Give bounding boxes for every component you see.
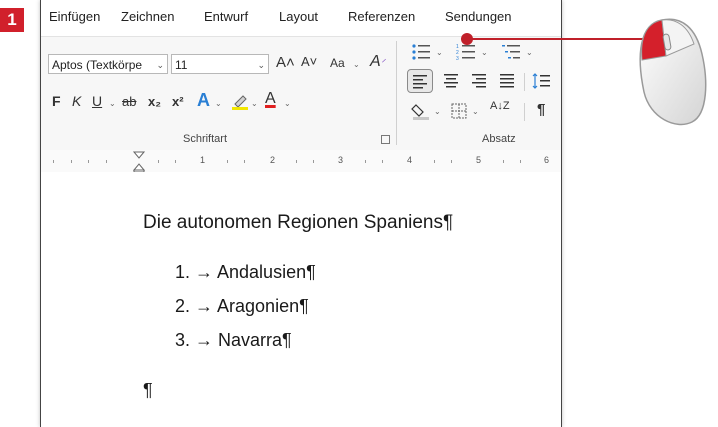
ruler-tick bbox=[71, 160, 72, 163]
shrink-font-icon[interactable]: A˅ bbox=[301, 54, 317, 69]
bold-icon[interactable]: F bbox=[52, 93, 61, 109]
ruler-tick bbox=[175, 160, 176, 163]
list-item: 2. → Aragonien¶ bbox=[175, 296, 309, 316]
dialog-launcher-icon[interactable] bbox=[381, 135, 390, 144]
show-formatting-icon[interactable]: ¶ bbox=[537, 101, 545, 118]
indent-marker-icon[interactable] bbox=[132, 150, 146, 173]
ruler-number: 4 bbox=[407, 155, 413, 165]
step-badge: 1 bbox=[0, 8, 24, 32]
tab-einfuegen[interactable]: Einfügen bbox=[49, 9, 100, 24]
empty-paragraph: ¶ bbox=[143, 380, 153, 400]
numbered-list-icon[interactable]: 123 bbox=[456, 43, 476, 62]
tab-entwurf[interactable]: Entwurf bbox=[204, 9, 248, 24]
multilevel-list-icon[interactable] bbox=[501, 43, 521, 61]
tab-sendungen[interactable]: Sendungen bbox=[445, 9, 512, 24]
ruler-tick bbox=[503, 160, 504, 163]
ruler-number: 1 bbox=[200, 155, 206, 165]
group-divider bbox=[396, 41, 397, 145]
ruler-tick bbox=[296, 160, 297, 163]
ruler-number: 2 bbox=[270, 155, 276, 165]
text-effects-icon[interactable]: A bbox=[197, 90, 210, 111]
ruler-number: 6 bbox=[544, 155, 550, 165]
chevron-down-icon[interactable]: ⌄ bbox=[284, 99, 291, 108]
chevron-down-icon[interactable]: ⌄ bbox=[434, 107, 441, 116]
subscript-icon[interactable]: x₂ bbox=[148, 94, 161, 109]
align-right-icon[interactable] bbox=[469, 71, 489, 91]
divider bbox=[524, 103, 525, 121]
tab-layout[interactable]: Layout bbox=[279, 9, 318, 24]
ruler[interactable]: 1 2 3 4 5 6 bbox=[41, 150, 561, 173]
ruler-tick bbox=[227, 160, 228, 163]
ruler-tick bbox=[520, 160, 521, 163]
strikethrough-icon[interactable]: ab bbox=[122, 94, 136, 109]
callout-line bbox=[467, 38, 655, 40]
ruler-tick bbox=[106, 160, 107, 163]
font-size-value: 11 bbox=[175, 58, 188, 72]
highlight-icon[interactable] bbox=[231, 92, 249, 110]
ruler-number: 5 bbox=[476, 155, 482, 165]
chevron-down-icon[interactable]: ⌄ bbox=[257, 55, 265, 73]
ruler-tick bbox=[313, 160, 314, 163]
ruler-number: 3 bbox=[338, 155, 344, 165]
chevron-down-icon[interactable]: ⌄ bbox=[156, 55, 164, 73]
italic-icon[interactable]: K bbox=[72, 93, 81, 109]
tab-zeichnen[interactable]: Zeichnen bbox=[121, 9, 174, 24]
sort-icon[interactable]: A↓Z bbox=[490, 101, 510, 112]
align-center-icon[interactable] bbox=[441, 71, 461, 91]
chevron-down-icon[interactable]: ⌄ bbox=[481, 48, 488, 57]
ruler-tick bbox=[53, 160, 54, 163]
shading-icon[interactable] bbox=[411, 101, 431, 121]
font-group-label: Schriftart bbox=[183, 133, 228, 145]
document-page[interactable]: Die autonomen Regionen Spaniens¶ 1. → An… bbox=[41, 172, 561, 427]
callout-dot bbox=[461, 33, 473, 45]
chevron-down-icon[interactable]: ⌄ bbox=[109, 99, 116, 108]
list-item: 1. → Andalusien¶ bbox=[175, 262, 316, 282]
mouse-left-click-icon bbox=[632, 14, 710, 132]
bullet-list-icon[interactable] bbox=[411, 43, 431, 61]
word-window: Einfügen Zeichnen Entwurf Layout Referen… bbox=[40, 0, 562, 427]
font-name-value: Aptos (Textkörpe bbox=[52, 58, 143, 72]
ruler-tick bbox=[244, 160, 245, 163]
font-name-field[interactable]: Aptos (Textkörpe ⌄ bbox=[48, 54, 168, 74]
chevron-down-icon[interactable]: ⌄ bbox=[353, 60, 360, 69]
clear-formatting-icon[interactable]: Aᐟ bbox=[370, 53, 385, 71]
chevron-down-icon[interactable]: ⌄ bbox=[251, 99, 258, 108]
grow-font-icon[interactable]: A˄ bbox=[276, 54, 295, 71]
chevron-down-icon[interactable]: ⌄ bbox=[526, 48, 533, 57]
svg-text:3: 3 bbox=[456, 56, 459, 61]
ruler-tick bbox=[365, 160, 366, 163]
chevron-down-icon[interactable]: ⌄ bbox=[436, 48, 443, 57]
divider bbox=[524, 73, 525, 91]
paragraph-group-label: Absatz bbox=[482, 133, 516, 145]
line-spacing-icon[interactable] bbox=[531, 71, 551, 91]
superscript-icon[interactable]: x² bbox=[172, 94, 184, 109]
list-item: 3. → Navarra¶ bbox=[175, 330, 292, 350]
ribbon-tabs: Einfügen Zeichnen Entwurf Layout Referen… bbox=[41, 0, 561, 36]
underline-icon[interactable]: U bbox=[92, 93, 102, 109]
font-color-icon[interactable]: A bbox=[265, 90, 276, 108]
chevron-down-icon[interactable]: ⌄ bbox=[472, 107, 479, 116]
ribbon: Aptos (Textkörpe ⌄ 11 ⌄ A˄ A˅ Aa ⌄ Aᐟ F K … bbox=[41, 36, 561, 152]
ruler-tick bbox=[434, 160, 435, 163]
document-title: Die autonomen Regionen Spaniens¶ bbox=[143, 212, 454, 233]
change-case-icon[interactable]: Aa bbox=[330, 56, 345, 70]
ruler-tick bbox=[88, 160, 89, 163]
borders-icon[interactable] bbox=[449, 101, 469, 121]
chevron-down-icon[interactable]: ⌄ bbox=[215, 99, 222, 108]
ruler-tick bbox=[451, 160, 452, 163]
ruler-tick bbox=[382, 160, 383, 163]
align-left-button[interactable] bbox=[407, 69, 433, 93]
font-size-field[interactable]: 11 ⌄ bbox=[171, 54, 269, 74]
justify-icon[interactable] bbox=[497, 71, 517, 91]
ruler-tick bbox=[158, 160, 159, 163]
tab-referenzen[interactable]: Referenzen bbox=[348, 9, 415, 24]
